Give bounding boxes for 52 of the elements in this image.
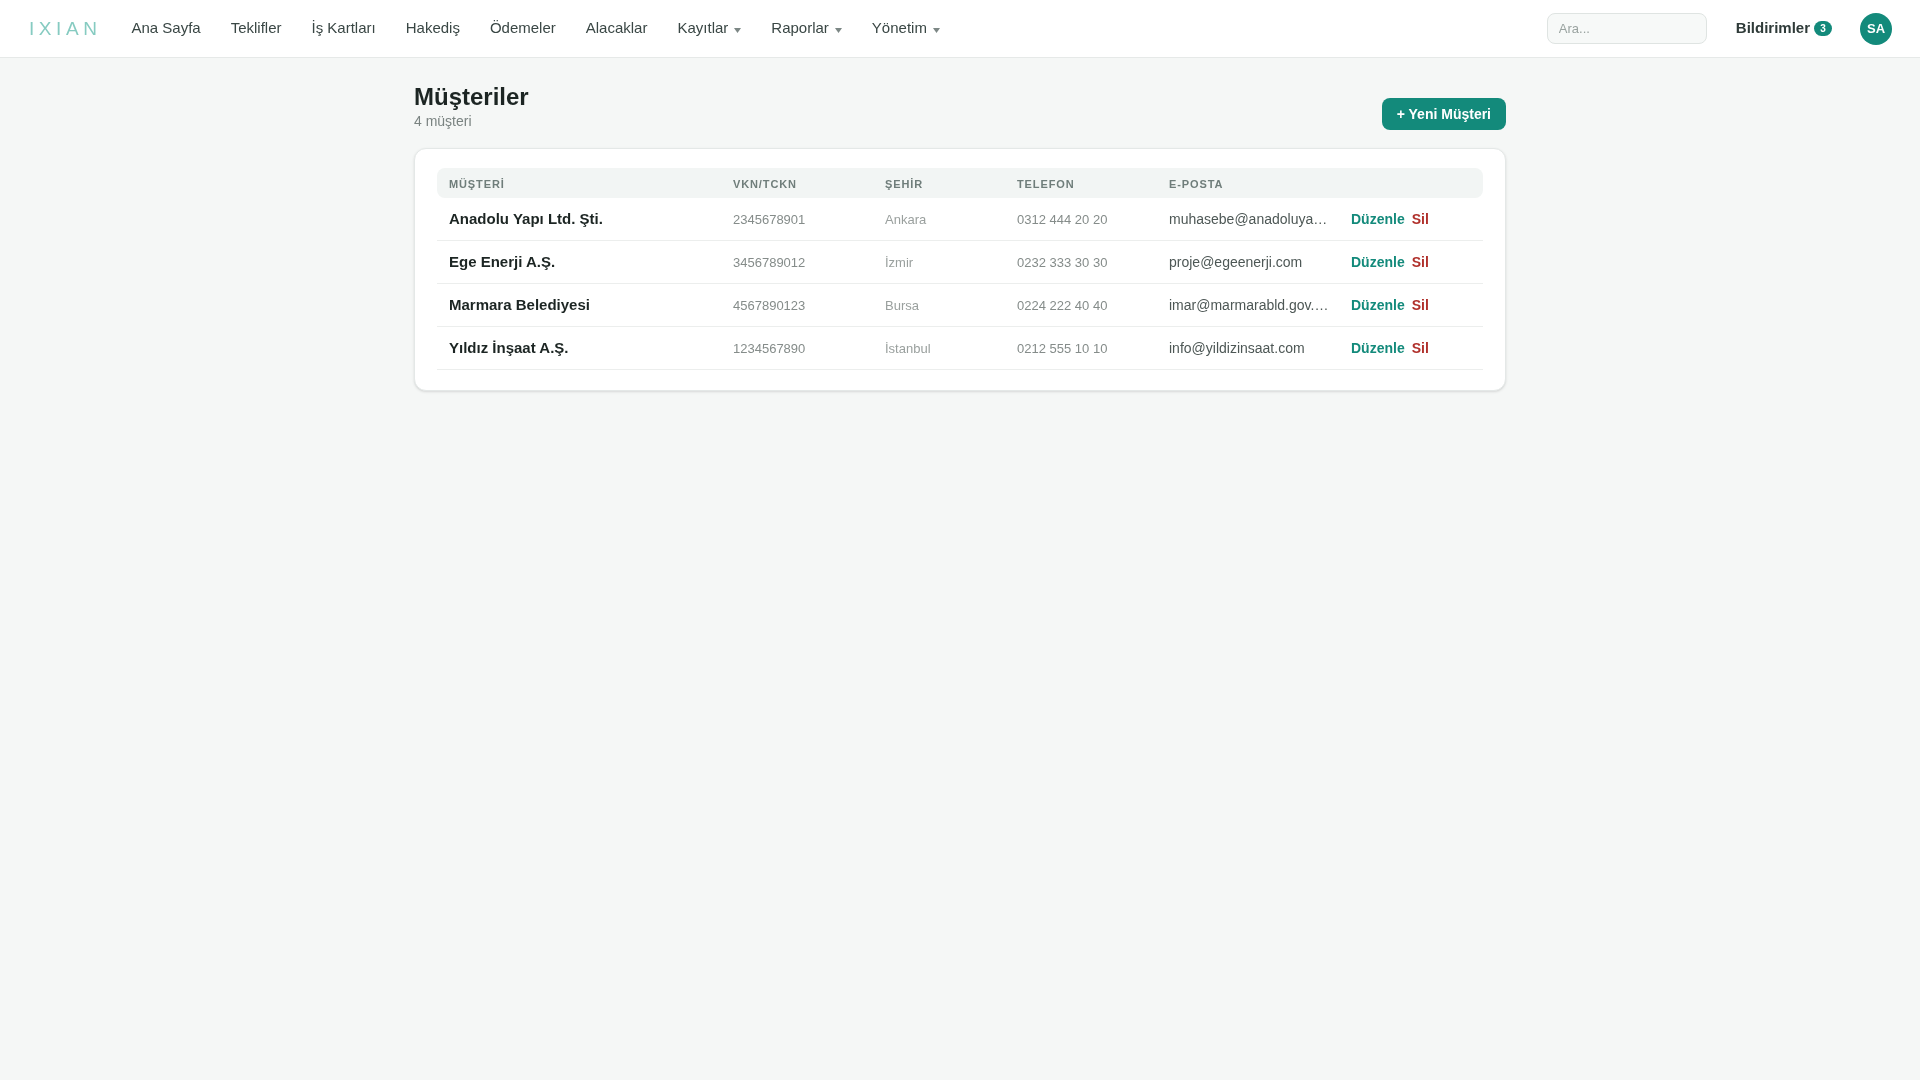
caret-down-icon: [932, 27, 940, 33]
new-customer-button[interactable]: + Yeni Müşteri: [1381, 98, 1506, 130]
customer-name: Anadolu Yapı Ltd. Şti.: [449, 210, 603, 227]
table-cell: 0312 444 20 20: [1017, 212, 1108, 227]
edit-link[interactable]: Düzenle: [1351, 208, 1405, 230]
page-subtitle: 4 müşteri: [414, 112, 473, 130]
column-header: E-POSTA: [1169, 178, 1224, 190]
nav-link[interactable]: Hakediş: [405, 17, 460, 40]
table-cell: 1234567890: [733, 341, 806, 356]
table-cell: 2345678901: [733, 212, 806, 227]
delete-link[interactable]: Sil: [1411, 208, 1429, 230]
column-header: TELEFON: [1017, 178, 1075, 190]
table-cell: İstanbul: [885, 341, 931, 356]
nav-link[interactable]: İş Kartları: [311, 17, 376, 40]
table-cell: info@yildizinsaat.com: [1169, 340, 1305, 356]
notification-count-badge: 3: [1814, 21, 1832, 36]
user-avatar[interactable]: SA: [1860, 12, 1892, 45]
customer-name: Marmara Belediyesi: [449, 296, 590, 313]
caret-down-icon: [834, 27, 842, 33]
delete-link[interactable]: Sil: [1411, 294, 1429, 316]
search-field[interactable]: Ara...: [1546, 13, 1707, 44]
caret-down-icon: [734, 27, 742, 33]
table-cell: 0232 333 30 30: [1017, 255, 1108, 270]
nav-link[interactable]: Kayıtlar: [677, 17, 742, 40]
table-cell: 0212 555 10 10: [1017, 341, 1108, 356]
edit-link[interactable]: Düzenle: [1351, 251, 1405, 273]
notifications-button[interactable]: Bildirimler 3: [1735, 17, 1832, 40]
customer-name: Ege Enerji A.Ş.: [449, 253, 556, 270]
nav-link[interactable]: Ödemeler: [489, 17, 556, 40]
nav-link[interactable]: Raporlar: [771, 17, 842, 40]
table-cell: imar@marmarabld.gov.…: [1169, 297, 1329, 313]
edit-link[interactable]: Düzenle: [1351, 294, 1405, 316]
table-cell: Ankara: [885, 212, 927, 227]
table-cell: proje@egeenerji.com: [1169, 254, 1303, 270]
nav-link[interactable]: Alacaklar: [585, 17, 648, 40]
nav-link[interactable]: Teklifler: [230, 17, 282, 40]
table-cell: Bursa: [885, 298, 919, 313]
table-cell: muhasebe@anadoluya…: [1169, 211, 1328, 227]
column-header: ŞEHİR: [885, 178, 924, 190]
nav-link[interactable]: Yönetim: [871, 17, 940, 40]
nav-link[interactable]: Ana Sayfa: [131, 17, 201, 40]
page-title: Müşteriler: [414, 82, 529, 112]
column-header: VKN/TCKN: [733, 178, 797, 190]
delete-link[interactable]: Sil: [1411, 251, 1429, 273]
customer-name: Yıldız İnşaat A.Ş.: [449, 339, 569, 356]
table-cell: 3456789012: [733, 255, 806, 270]
column-header: MÜŞTERİ: [449, 178, 505, 190]
table-cell: 0224 222 40 40: [1017, 298, 1108, 313]
delete-link[interactable]: Sil: [1411, 337, 1429, 359]
table-cell: İzmir: [885, 255, 914, 270]
edit-link[interactable]: Düzenle: [1351, 337, 1405, 359]
table-cell: 4567890123: [733, 298, 806, 313]
